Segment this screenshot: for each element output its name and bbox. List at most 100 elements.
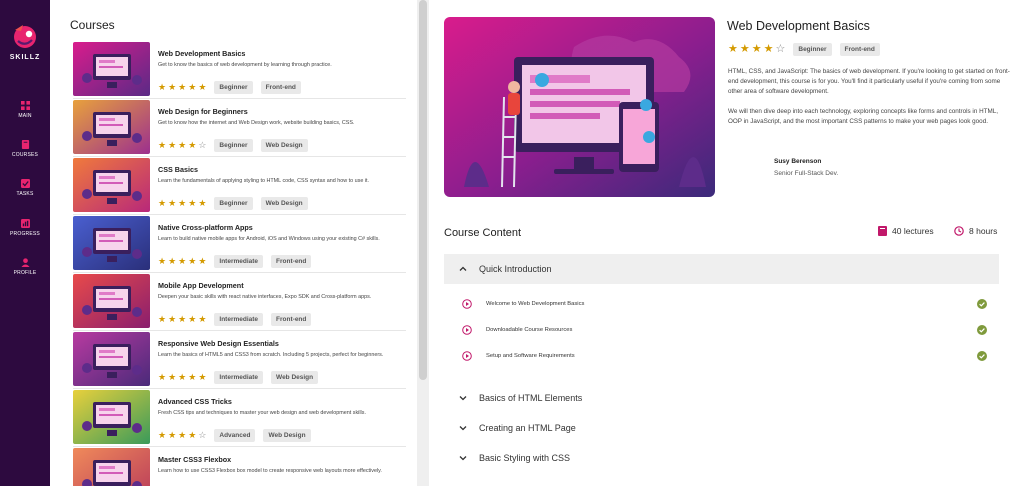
star-filled-icon: ★	[178, 430, 187, 440]
nav-label: TASKS	[16, 191, 34, 197]
course-list-item[interactable]: Native Cross-platform Apps Learn to build…	[73, 215, 406, 273]
star-filled-icon: ★	[158, 430, 167, 440]
nav-item-courses[interactable]: COURSES	[0, 140, 50, 158]
level-tag[interactable]: Beginner	[793, 43, 832, 56]
course-description: HTML, CSS, and JavaScript: The basics of…	[728, 67, 1013, 127]
course-info: Master CSS3 Flexbox Learn how to use CSS3…	[158, 455, 403, 482]
lecture-item[interactable]: Setup and Software Requirements	[462, 346, 987, 366]
lecture-item[interactable]: Downloadable Course Resources	[462, 320, 987, 340]
star-filled-icon: ★	[728, 43, 738, 55]
course-meta: ★ ★ ★ ★ ★ Intermediate Web Design	[158, 371, 319, 384]
star-filled-icon: ★	[168, 256, 177, 266]
nav-label: MAIN	[18, 113, 32, 119]
category-tag[interactable]: Front-end	[260, 81, 301, 94]
course-detail-title: Web Development Basics	[727, 19, 870, 33]
user-icon	[20, 258, 30, 267]
star-filled-icon: ★	[168, 372, 177, 382]
category-tag[interactable]: Web Design	[260, 197, 308, 210]
star-filled-icon: ★	[188, 198, 197, 208]
course-list-item[interactable]: Advanced CSS Tricks Fresh CSS tips and te…	[73, 389, 406, 447]
star-filled-icon: ★	[188, 256, 197, 266]
course-thumbnail	[73, 390, 150, 444]
course-info: Web Development Basics Get to know the ba…	[158, 49, 403, 76]
course-hero-image	[444, 17, 715, 197]
course-list-title: Courses	[70, 18, 115, 32]
author-name[interactable]: Susy Berenson	[774, 158, 821, 165]
category-tag[interactable]: Front-end	[271, 255, 312, 268]
scrollbar-thumb[interactable]	[419, 0, 427, 380]
section-quick-introduction[interactable]: Quick Introduction	[444, 254, 999, 284]
course-list-item[interactable]: Web Design for Beginners Get to know how …	[73, 99, 406, 157]
lecture-item[interactable]: Welcome to Web Development Basics	[462, 294, 987, 314]
clock-icon	[954, 226, 964, 236]
course-list-item[interactable]: Responsive Web Design Essentials Learn th…	[73, 331, 406, 389]
lecture-title: Setup and Software Requirements	[486, 353, 575, 359]
course-thumbnail	[73, 216, 150, 270]
book-icon	[878, 226, 887, 236]
level-tag[interactable]: Intermediate	[214, 255, 264, 268]
category-tag[interactable]: Web Design	[260, 139, 308, 152]
level-tag[interactable]: Intermediate	[214, 313, 264, 326]
rating-stars: ★ ★ ★ ★ ☆	[158, 431, 206, 440]
section-basic-styling-with-css[interactable]: Basic Styling with CSS	[444, 448, 999, 468]
star-filled-icon: ★	[198, 314, 207, 324]
star-filled-icon: ★	[188, 314, 197, 324]
lecture-count-text: 40 lectures	[892, 226, 934, 236]
category-tag[interactable]: Web Design	[271, 371, 319, 384]
course-list-item[interactable]: CSS Basics Learn the fundamentals of appl…	[73, 157, 406, 215]
logo-text: SKILLZ	[9, 54, 41, 61]
star-filled-icon: ★	[168, 198, 177, 208]
category-tag[interactable]: Web Design	[263, 429, 311, 442]
course-thumbnail	[73, 158, 150, 212]
section-title: Quick Introduction	[479, 264, 552, 274]
course-meta: ★ ★ ★ ★ ★ Intermediate Front-end	[158, 255, 312, 268]
level-tag[interactable]: Beginner	[214, 197, 253, 210]
star-filled-icon: ★	[739, 43, 750, 55]
course-description: Get to know the basics of web developmen…	[158, 62, 332, 68]
course-description: Learn how to use CSS3 Flexbox box model …	[158, 468, 382, 474]
course-thumbnail	[73, 332, 150, 386]
star-empty-icon: ☆	[198, 140, 207, 150]
star-filled-icon: ★	[178, 314, 187, 324]
level-tag[interactable]: Beginner	[214, 81, 253, 94]
lecture-title: Welcome to Web Development Basics	[486, 301, 585, 307]
star-filled-icon: ★	[198, 198, 207, 208]
check-circle-icon	[977, 351, 987, 361]
course-content-title: Course Content	[444, 227, 522, 239]
course-thumbnail	[73, 42, 150, 96]
chevron-down-icon	[459, 396, 467, 401]
play-icon	[462, 299, 472, 309]
section-title: Basic Styling with CSS	[479, 453, 571, 463]
course-list-item[interactable]: Master CSS3 Flexbox Learn how to use CSS3…	[73, 447, 406, 486]
course-list-item[interactable]: Mobile App Development Deepen your basic …	[73, 273, 406, 331]
level-tag[interactable]: Advanced	[214, 429, 256, 442]
nav-item-progress[interactable]: PROGRESS	[0, 219, 50, 237]
rating-stars: ★ ★ ★ ★ ☆	[728, 44, 785, 55]
section-creating-an-html-page[interactable]: Creating an HTML Page	[444, 418, 999, 438]
star-filled-icon: ★	[763, 43, 774, 55]
course-meta: ★ ★ ★ ★ ★ Beginner Web Design	[158, 197, 308, 210]
nav-item-main[interactable]: MAIN	[0, 101, 50, 119]
check-circle-icon	[977, 325, 987, 335]
star-filled-icon: ★	[158, 140, 167, 150]
course-info: CSS Basics Learn the fundamentals of appl…	[158, 165, 403, 192]
star-filled-icon: ★	[188, 82, 197, 92]
star-filled-icon: ★	[178, 198, 187, 208]
nav-item-tasks[interactable]: TASKS	[0, 179, 50, 197]
category-tag[interactable]: Front-end	[839, 43, 880, 56]
course-description: Learn to build native mobile apps for An…	[158, 236, 380, 242]
category-tag[interactable]: Front-end	[271, 313, 312, 326]
star-filled-icon: ★	[198, 372, 207, 382]
star-filled-icon: ★	[178, 82, 187, 92]
star-filled-icon: ★	[158, 372, 167, 382]
course-meta: ★ ★ ★ ★ ☆ Beginner Web Design	[158, 139, 308, 152]
level-tag[interactable]: Intermediate	[214, 371, 264, 384]
star-filled-icon: ★	[168, 430, 177, 440]
course-thumbnail	[73, 448, 150, 486]
course-name: Web Design for Beginners	[158, 107, 248, 116]
level-tag[interactable]: Beginner	[214, 139, 253, 152]
section-basics-of-html-elements[interactable]: Basics of HTML Elements	[444, 388, 999, 408]
course-list-item[interactable]: Web Development Basics Get to know the ba…	[73, 41, 406, 99]
course-detail-panel: Web Development Basics ★ ★ ★ ★ ☆ Beginner Fr…	[429, 0, 1024, 486]
nav-item-profile[interactable]: PROFILE	[0, 258, 50, 276]
